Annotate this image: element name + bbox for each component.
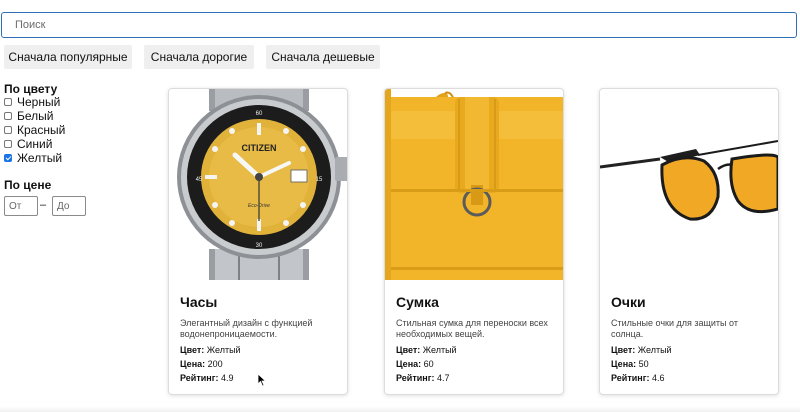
color-option-black[interactable]: Черный <box>4 95 60 109</box>
sort-expensive-button[interactable]: Сначала дорогие <box>144 45 254 69</box>
product-name: Очки <box>611 294 646 310</box>
sort-popular-button[interactable]: Сначала популярные <box>4 45 132 69</box>
product-description: Стильные очки для защиты от солнца. <box>611 318 738 339</box>
color-option-label: Желтый <box>17 151 63 165</box>
svg-text:45: 45 <box>196 177 203 183</box>
product-name: Сумка <box>396 294 439 310</box>
search-input[interactable] <box>1 12 797 38</box>
checkbox[interactable] <box>4 112 12 120</box>
price-to-input[interactable] <box>52 196 86 216</box>
product-color: Цвет: Желтый <box>180 345 241 355</box>
price-from-input[interactable] <box>4 196 38 216</box>
color-option-label: Белый <box>17 109 54 123</box>
checkbox[interactable] <box>4 126 12 134</box>
watch-image: CITIZEN Eco-Drive 60 15 30 45 <box>169 89 347 280</box>
checkbox[interactable] <box>4 140 12 148</box>
svg-text:60: 60 <box>256 111 263 117</box>
color-option-label: Красный <box>17 123 66 137</box>
product-description: Элегантный дизайн с функцией водонепрони… <box>180 318 313 339</box>
product-card[interactable]: Сумка Стильная сумка для переноски всех … <box>384 88 564 395</box>
product-color: Цвет: Желтый <box>396 345 457 355</box>
svg-text:CITIZEN: CITIZEN <box>242 143 277 153</box>
page-bottom-shadow <box>0 406 800 412</box>
color-filter-title: По цвету <box>4 82 58 96</box>
price-filter-title: По цене <box>4 178 52 192</box>
color-option-white[interactable]: Белый <box>4 109 53 123</box>
svg-text:15: 15 <box>316 177 323 183</box>
product-name: Часы <box>180 294 218 310</box>
product-card[interactable]: Очки Стильные очки для защиты от солнца.… <box>599 88 779 395</box>
sort-cheap-button[interactable]: Сначала дешевые <box>266 45 380 69</box>
product-rating: Рейтинг: 4.6 <box>611 373 665 383</box>
product-description: Стильная сумка для переноски всех необхо… <box>396 318 548 339</box>
color-option-blue[interactable]: Синий <box>4 137 52 151</box>
price-separator: – <box>40 199 47 211</box>
product-rating: Рейтинг: 4.7 <box>396 373 450 383</box>
mouse-cursor-icon <box>257 373 267 387</box>
product-rating: Рейтинг: 4.9 <box>180 373 234 383</box>
color-option-label: Черный <box>17 95 61 109</box>
product-price: Цена: 200 <box>180 359 223 369</box>
color-option-yellow[interactable]: Желтый <box>4 151 62 165</box>
color-option-label: Синий <box>17 137 53 151</box>
sunglasses-image <box>600 89 778 280</box>
svg-text:30: 30 <box>256 243 263 249</box>
product-color: Цвет: Желтый <box>611 345 672 355</box>
bag-image <box>385 89 563 280</box>
checkbox-checked[interactable] <box>4 154 12 162</box>
product-price: Цена: 60 <box>396 359 434 369</box>
checkbox[interactable] <box>4 98 12 106</box>
product-card[interactable]: CITIZEN Eco-Drive 60 15 30 45 Часы Элега… <box>168 88 348 395</box>
product-price: Цена: 50 <box>611 359 649 369</box>
color-option-red[interactable]: Красный <box>4 123 65 137</box>
